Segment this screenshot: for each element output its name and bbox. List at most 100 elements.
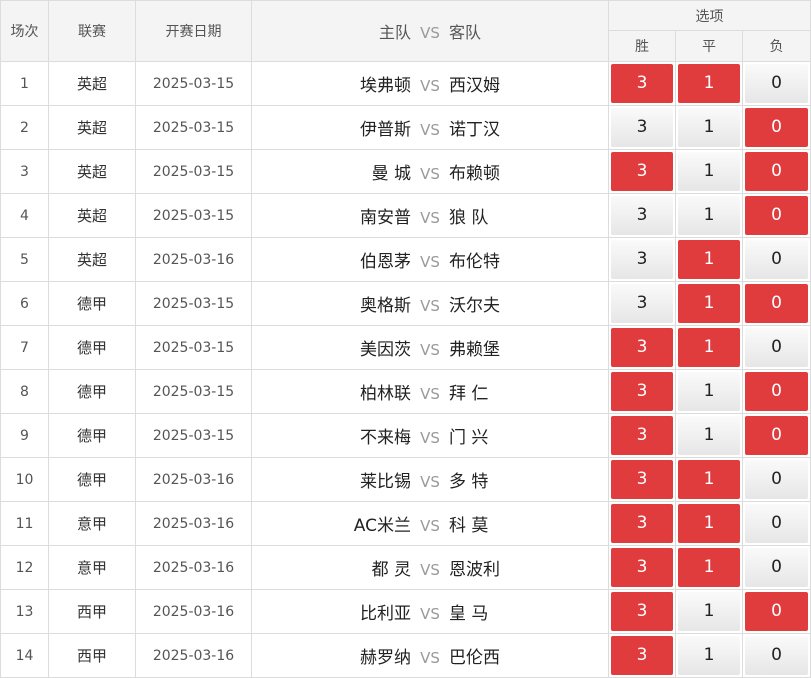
- option-win-button[interactable]: 3: [611, 152, 673, 191]
- option-lose-button[interactable]: 0: [745, 152, 809, 191]
- league-cell: 英超: [48, 237, 136, 282]
- home-team: 不来梅: [360, 428, 411, 448]
- table-row: 2 英超 2025-03-15 伊普斯 VS 诺丁汉 3 1 0: [0, 105, 811, 150]
- option-draw-button[interactable]: 1: [678, 372, 740, 411]
- teams-cell: 莱比锡 VS 多 特: [251, 457, 609, 502]
- option-cell-lose: 0: [741, 457, 811, 502]
- option-lose-button[interactable]: 0: [745, 284, 809, 323]
- option-win-button[interactable]: 3: [611, 64, 673, 103]
- option-draw-button[interactable]: 1: [678, 328, 740, 367]
- home-team: 比利亚: [360, 604, 411, 624]
- option-cell-win: 3: [608, 413, 676, 458]
- away-team: 西汉姆: [449, 76, 500, 96]
- option-draw-button[interactable]: 1: [678, 504, 740, 543]
- option-win-button[interactable]: 3: [611, 372, 673, 411]
- option-cell-win: 3: [608, 369, 676, 414]
- league-cell: 德甲: [48, 369, 136, 414]
- option-draw-button[interactable]: 1: [678, 196, 740, 235]
- home-team: 伊普斯: [360, 120, 411, 140]
- option-draw-button[interactable]: 1: [678, 152, 740, 191]
- option-win-button[interactable]: 3: [611, 416, 673, 455]
- date-cell: 2025-03-15: [135, 105, 252, 150]
- option-lose-button[interactable]: 0: [745, 416, 809, 455]
- table-row: 5 英超 2025-03-16 伯恩茅 VS 布伦特 3 1 0: [0, 237, 811, 282]
- option-cell-draw: 1: [675, 281, 743, 326]
- option-win-button[interactable]: 3: [611, 108, 673, 147]
- option-win-button[interactable]: 3: [611, 592, 673, 631]
- option-cell-lose: 0: [741, 237, 811, 282]
- vs-label: VS: [420, 605, 440, 623]
- option-cell-win: 3: [608, 105, 676, 150]
- away-team: 狼 队: [449, 208, 489, 228]
- option-draw-button[interactable]: 1: [678, 240, 740, 279]
- option-cell-draw: 1: [675, 149, 743, 194]
- option-lose-button[interactable]: 0: [745, 592, 809, 631]
- option-win-button[interactable]: 3: [611, 636, 673, 675]
- table-row: 13 西甲 2025-03-16 比利亚 VS 皇 马 310: [0, 589, 811, 634]
- away-team: 科 莫: [449, 516, 489, 536]
- option-draw-button[interactable]: 1: [678, 636, 740, 675]
- option-cell-draw: 1: [675, 545, 743, 590]
- option-cell-lose: 0: [741, 281, 811, 326]
- option-cell-draw: 1: [675, 633, 743, 678]
- teams-cell: 南安普 VS 狼 队: [251, 193, 609, 238]
- vs-label: VS: [420, 77, 440, 95]
- match-number: 6: [0, 281, 49, 326]
- date-cell: 2025-03-16: [135, 457, 252, 502]
- league-cell: 德甲: [48, 281, 136, 326]
- vs-label: VS: [420, 649, 440, 667]
- option-cell-draw: 1: [675, 589, 743, 634]
- header-lose: 负: [741, 30, 811, 62]
- option-cell-win: 3: [608, 325, 676, 370]
- date-cell: 2025-03-15: [135, 61, 252, 106]
- option-draw-button[interactable]: 1: [678, 416, 740, 455]
- option-lose-button[interactable]: 0: [745, 548, 809, 587]
- option-draw-button[interactable]: 1: [678, 284, 740, 323]
- option-lose-button[interactable]: 0: [745, 504, 809, 543]
- league-cell: 意甲: [48, 501, 136, 546]
- option-cell-draw: 1: [675, 325, 743, 370]
- option-win-button[interactable]: 3: [611, 196, 673, 235]
- date-cell: 2025-03-15: [135, 325, 252, 370]
- option-cell-win: 3: [608, 501, 676, 546]
- option-cell-lose: 0: [741, 501, 811, 546]
- option-cell-draw: 1: [675, 369, 743, 414]
- option-win-button[interactable]: 3: [611, 460, 673, 499]
- table-body: 1 英超 2025-03-15 埃弗顿 VS 西汉姆 3 1 0 2 英超 2025-03-15 伊普斯…: [0, 61, 811, 678]
- option-lose-button[interactable]: 0: [745, 460, 809, 499]
- date-cell: 2025-03-15: [135, 193, 252, 238]
- option-lose-button[interactable]: 0: [745, 636, 809, 675]
- option-draw-button[interactable]: 1: [678, 548, 740, 587]
- option-win-button[interactable]: 3: [611, 328, 673, 367]
- option-lose-button[interactable]: 0: [745, 240, 809, 279]
- option-cell-lose: 0: [741, 545, 811, 590]
- league-cell: 西甲: [48, 589, 136, 634]
- option-draw-button[interactable]: 1: [678, 64, 740, 103]
- header-win: 胜: [608, 30, 676, 62]
- option-draw-button[interactable]: 1: [678, 108, 740, 147]
- option-win-button[interactable]: 3: [611, 548, 673, 587]
- option-lose-button[interactable]: 0: [745, 328, 809, 367]
- away-team: 多 特: [449, 472, 489, 492]
- option-win-button[interactable]: 3: [611, 284, 673, 323]
- option-cell-win: 3: [608, 457, 676, 502]
- vs-label: VS: [420, 253, 440, 271]
- date-cell: 2025-03-16: [135, 633, 252, 678]
- league-cell: 英超: [48, 193, 136, 238]
- away-team: 弗赖堡: [449, 340, 500, 360]
- match-number: 9: [0, 413, 49, 458]
- teams-cell: 埃弗顿 VS 西汉姆: [251, 61, 609, 106]
- date-cell: 2025-03-16: [135, 545, 252, 590]
- option-lose-button[interactable]: 0: [745, 108, 809, 147]
- option-win-button[interactable]: 3: [611, 504, 673, 543]
- vs-label: VS: [420, 473, 440, 491]
- home-team: 南安普: [360, 208, 411, 228]
- option-lose-button[interactable]: 0: [745, 372, 809, 411]
- option-lose-button[interactable]: 0: [745, 64, 809, 103]
- away-team: 布赖顿: [449, 164, 500, 184]
- option-draw-button[interactable]: 1: [678, 460, 740, 499]
- table-row: 1 英超 2025-03-15 埃弗顿 VS 西汉姆 3 1 0: [0, 61, 811, 106]
- option-draw-button[interactable]: 1: [678, 592, 740, 631]
- option-win-button[interactable]: 3: [611, 240, 673, 279]
- option-lose-button[interactable]: 0: [745, 196, 809, 235]
